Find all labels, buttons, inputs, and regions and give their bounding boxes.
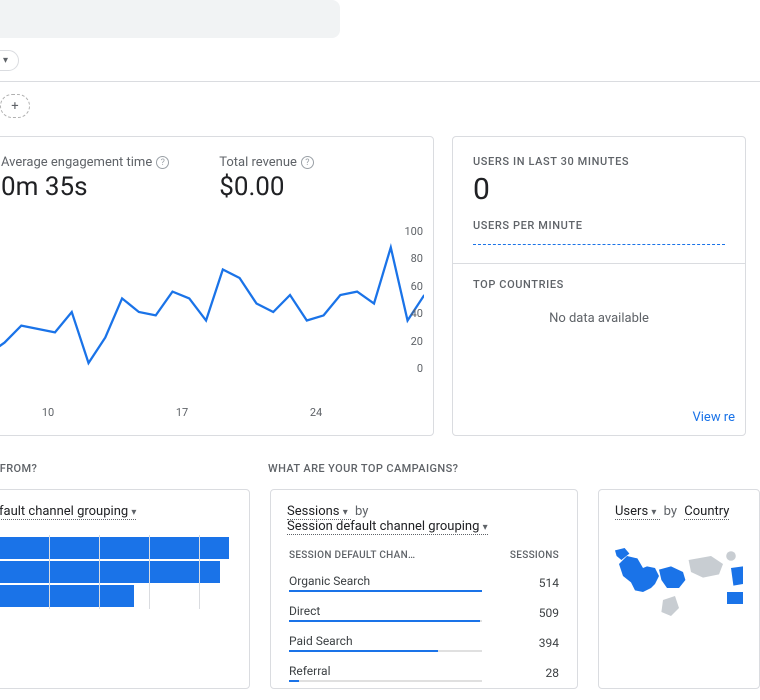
table-row[interactable]: Referral28 [289, 659, 559, 687]
metric-engagement[interactable]: Average engagement time ? 0m 35s [1, 155, 169, 202]
realtime-countries-label: TOP COUNTRIES [473, 274, 725, 291]
line-chart [0, 227, 424, 397]
campaigns-table: SESSION DEFAULT CHAN… SESSIONS Organic S… [287, 544, 561, 689]
dimension-dropdown[interactable]: Country [684, 504, 729, 520]
chevron-down-icon: ▾ [483, 522, 488, 533]
y-axis-labels: 100806040200 [404, 225, 423, 375]
realtime-nodata: No data available [473, 311, 725, 326]
col-metric: SESSIONS [484, 546, 559, 567]
realtime-perminute-label: USERS PER MINUTE [473, 219, 725, 232]
traffic-section: ME FROM? fault channel grouping ▾ [0, 458, 250, 689]
metric-value: $0.00 [219, 172, 314, 202]
section-header: ME FROM? [0, 458, 250, 489]
traffic-card: fault channel grouping ▾ [0, 489, 250, 689]
filter-row: ▾ [0, 38, 760, 82]
realtime-sparkline [473, 244, 725, 245]
dimension[interactable]: fault channel grouping ▾ [0, 504, 136, 520]
metric-dropdown[interactable]: Sessions ▾ [287, 504, 351, 520]
metric-revenue[interactable]: Total revenue ? $0.00 [219, 155, 314, 202]
dimension-selector: Sessions ▾ by Session default channel gr… [287, 504, 561, 534]
dimension-selector: Users ▾ by Country [615, 504, 743, 519]
dimension-dropdown[interactable]: Session default channel grouping ▾ [287, 519, 488, 535]
dimension-selector[interactable]: fault channel grouping ▾ [0, 504, 233, 519]
divider [453, 263, 745, 264]
realtime-30min-label: USERS IN LAST 30 MINUTES [473, 155, 725, 168]
cards-row: Average engagement time ? 0m 35s Total r… [0, 118, 760, 436]
section-header [596, 458, 760, 489]
geo-map[interactable] [615, 533, 743, 643]
view-realtime-link[interactable]: View re [692, 410, 735, 425]
geo-section: Users ▾ by Country [596, 458, 760, 689]
hbar [0, 537, 229, 559]
chevron-down-icon: ▾ [651, 507, 656, 518]
filter-pill[interactable]: ▾ [0, 50, 19, 71]
secondary-row: ME FROM? fault channel grouping ▾ WHAT A… [0, 458, 760, 689]
geo-card: Users ▾ by Country [598, 489, 760, 689]
campaigns-section: WHAT ARE YOUR TOP CAMPAIGNS? Sessions ▾ … [268, 458, 578, 689]
x-axis-labels: 101724 [0, 406, 383, 419]
hbar-chart [0, 537, 233, 607]
help-icon[interactable]: ? [301, 156, 314, 169]
search-bar[interactable]: th analysis" [0, 0, 340, 38]
campaigns-card: Sessions ▾ by Session default channel gr… [270, 489, 578, 689]
overview-card: Average engagement time ? 0m 35s Total r… [0, 136, 434, 436]
chevron-down-icon: ▾ [3, 55, 8, 66]
hbar [0, 585, 134, 607]
chevron-down-icon: ▾ [343, 507, 348, 518]
metric-label: Total revenue ? [219, 155, 314, 170]
plus-icon: + [11, 99, 18, 114]
table-row[interactable]: Direct509 [289, 599, 559, 627]
metric-label: Average engagement time ? [1, 155, 169, 170]
table-row[interactable]: Organic Search514 [289, 569, 559, 597]
table-row[interactable]: Paid Search394 [289, 629, 559, 657]
add-comparison-button[interactable]: + [0, 94, 30, 118]
metric-value: 0m 35s [1, 172, 169, 202]
chevron-down-icon: ▾ [131, 507, 136, 518]
section-header: WHAT ARE YOUR TOP CAMPAIGNS? [268, 458, 578, 489]
hbar [0, 561, 220, 583]
metric-dropdown[interactable]: Users ▾ [615, 504, 660, 520]
col-dimension: SESSION DEFAULT CHAN… [289, 546, 482, 567]
help-icon[interactable]: ? [156, 156, 169, 169]
realtime-card: USERS IN LAST 30 MINUTES 0 USERS PER MIN… [452, 136, 746, 436]
realtime-30min-value: 0 [473, 172, 725, 207]
metrics-row: Average engagement time ? 0m 35s Total r… [1, 155, 413, 202]
